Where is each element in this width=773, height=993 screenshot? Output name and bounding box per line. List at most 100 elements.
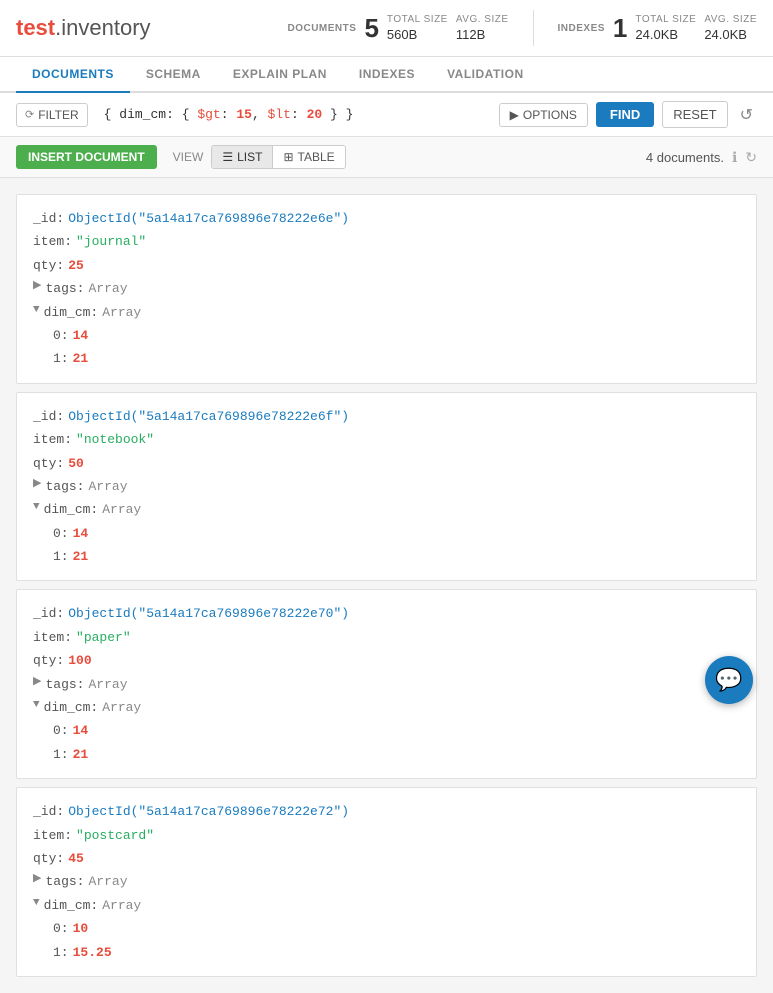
qty-key: qty: [33, 847, 64, 870]
dimcm-collapse-arrow[interactable]: ▼ [33, 696, 40, 716]
doc-field-id: _id: ObjectId("5a14a17ca769896e78222e6f"… [33, 405, 740, 428]
stat-divider [533, 10, 534, 46]
tab-bar: DOCUMENTS SCHEMA EXPLAIN PLAN INDEXES VA… [0, 57, 773, 93]
tab-validation[interactable]: VALIDATION [431, 57, 540, 93]
refresh-button[interactable]: ↻ [745, 149, 757, 166]
doc-field-item: item: "journal" [33, 230, 740, 253]
dimcm-1-value: 21 [73, 347, 89, 370]
total-size-value: 560B [387, 27, 448, 42]
dimcm-1-value: 21 [73, 743, 89, 766]
query-lt-op: $lt [268, 107, 291, 122]
avg-size-label: AVG. SIZE [456, 14, 509, 25]
doc-field-qty: qty: 100 [33, 649, 740, 672]
tags-value: Array [88, 475, 127, 498]
item-value: "notebook" [76, 428, 154, 451]
doc-field-dimcm: ▼ dim_cm: Array [33, 498, 740, 521]
query-brace-close: } } [322, 107, 353, 122]
documents-sub: TOTAL SIZE 560B [387, 14, 448, 42]
doc-field-tags: ▶ tags: Array [33, 870, 740, 893]
dimcm-0-value: 14 [73, 522, 89, 545]
table-view-button[interactable]: ⊞ TABLE [272, 146, 344, 168]
id-value: ObjectId("5a14a17ca769896e78222e6f") [68, 405, 349, 428]
tags-key: tags: [45, 475, 84, 498]
history-button[interactable]: ↺ [736, 103, 757, 127]
item-value: "journal" [76, 230, 146, 253]
tab-documents[interactable]: DOCUMENTS [16, 57, 130, 93]
tab-explain-plan[interactable]: EXPLAIN PLAN [217, 57, 343, 93]
query-colon2: : [221, 107, 237, 122]
logo: test.inventory [16, 15, 151, 41]
qty-value: 50 [68, 452, 84, 475]
query-comma: , [252, 107, 268, 122]
view-label: VIEW [173, 150, 204, 164]
dimcm-0-key: 0: [53, 522, 69, 545]
chat-bubble[interactable]: 💬 [705, 656, 753, 704]
doc-field-dimcm-1: 1: 21 [53, 545, 740, 568]
tags-expand-arrow[interactable]: ▶ [33, 475, 41, 495]
info-button[interactable]: ℹ [732, 149, 737, 166]
doc-field-id: _id: ObjectId("5a14a17ca769896e78222e6e"… [33, 207, 740, 230]
dimcm-collapse-arrow[interactable]: ▼ [33, 301, 40, 321]
document-count: 4 documents. [646, 150, 724, 165]
item-value: "paper" [76, 626, 131, 649]
dimcm-1-key: 1: [53, 941, 69, 964]
qty-key: qty: [33, 649, 64, 672]
document-card: _id: ObjectId("5a14a17ca769896e78222e6f"… [16, 392, 757, 582]
logo-inventory: inventory [61, 15, 150, 40]
query-display[interactable]: { dim_cm: { $gt: 15, $lt: 20 } } [96, 103, 491, 126]
indexes-total-size-label: TOTAL SIZE [635, 14, 696, 25]
query-brace-open: { [104, 107, 120, 122]
query-lt-val: 20 [307, 107, 323, 122]
options-arrow: ▶ [510, 108, 519, 122]
query-gt-val: 15 [236, 107, 252, 122]
logo-test: test [16, 15, 55, 40]
doc-field-qty: qty: 25 [33, 254, 740, 277]
doc-field-id: _id: ObjectId("5a14a17ca769896e78222e72"… [33, 800, 740, 823]
id-key: _id: [33, 405, 64, 428]
insert-document-button[interactable]: INSERT DOCUMENT [16, 145, 157, 169]
doc-field-dimcm-0: 0: 14 [53, 522, 740, 545]
options-button[interactable]: ▶ OPTIONS [499, 103, 588, 127]
dimcm-collapse-arrow[interactable]: ▼ [33, 894, 40, 914]
doc-field-qty: qty: 45 [33, 847, 740, 870]
query-colon3: : [291, 107, 307, 122]
table-label: TABLE [298, 150, 335, 164]
reset-button[interactable]: RESET [662, 101, 727, 128]
doc-field-dimcm-1: 1: 15.25 [53, 941, 740, 964]
indexes-label: INDEXES [558, 23, 605, 34]
documents-label: DOCUMENTS [287, 23, 356, 34]
tags-expand-arrow[interactable]: ▶ [33, 277, 41, 297]
tab-schema[interactable]: SCHEMA [130, 57, 217, 93]
dimcm-1-key: 1: [53, 545, 69, 568]
doc-field-dimcm-0: 0: 14 [53, 719, 740, 742]
indexes-avg-sub: AVG. SIZE 24.0KB [704, 14, 757, 42]
dimcm-0-key: 0: [53, 719, 69, 742]
doc-field-item: item: "paper" [33, 626, 740, 649]
tags-expand-arrow[interactable]: ▶ [33, 870, 41, 890]
find-button[interactable]: FIND [596, 102, 654, 127]
indexes-count: 1 [613, 15, 627, 41]
id-value: ObjectId("5a14a17ca769896e78222e70") [68, 602, 349, 625]
dimcm-0-key: 0: [53, 917, 69, 940]
id-value: ObjectId("5a14a17ca769896e78222e6e") [68, 207, 349, 230]
dimcm-key: dim_cm: [44, 894, 99, 917]
dimcm-children: 0: 10 1: 15.25 [33, 917, 740, 964]
tab-indexes[interactable]: INDEXES [343, 57, 431, 93]
table-icon: ⊞ [283, 150, 293, 164]
dimcm-value: Array [102, 498, 141, 521]
documents-stat-group: DOCUMENTS 5 TOTAL SIZE 560B AVG. SIZE 11… [287, 14, 508, 42]
dimcm-value: Array [102, 301, 141, 324]
doc-field-dimcm: ▼ dim_cm: Array [33, 301, 740, 324]
filter-button[interactable]: ⟳ FILTER [16, 103, 88, 127]
dimcm-collapse-arrow[interactable]: ▼ [33, 498, 40, 518]
dimcm-0-value: 10 [73, 917, 89, 940]
document-card: _id: ObjectId("5a14a17ca769896e78222e72"… [16, 787, 757, 977]
doc-field-dimcm: ▼ dim_cm: Array [33, 894, 740, 917]
list-view-button[interactable]: ☰ LIST [212, 146, 272, 168]
tags-expand-arrow[interactable]: ▶ [33, 673, 41, 693]
id-key: _id: [33, 800, 64, 823]
id-key: _id: [33, 602, 64, 625]
dimcm-key: dim_cm: [44, 696, 99, 719]
indexes-avg-size-label: AVG. SIZE [704, 14, 757, 25]
action-bar: INSERT DOCUMENT VIEW ☰ LIST ⊞ TABLE 4 do… [0, 137, 773, 178]
